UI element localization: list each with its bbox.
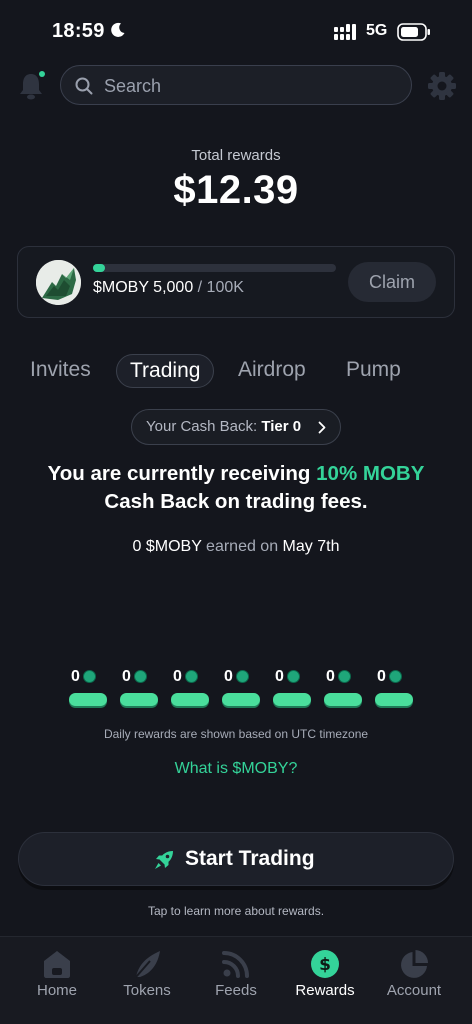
daily-reward-bar — [171, 693, 209, 706]
coin-icon — [185, 670, 198, 683]
daily-reward-item: 0 — [69, 666, 123, 712]
daily-reward-bar — [69, 693, 107, 706]
bell-icon[interactable] — [16, 70, 48, 102]
daily-reward-item: 0 — [273, 666, 327, 712]
tab-trading[interactable]: Trading — [116, 354, 215, 388]
nav-item-feeds[interactable]: Feeds — [191, 937, 281, 1024]
claim-button[interactable]: Claim — [348, 262, 436, 302]
daily-reward-value: 0 — [173, 668, 182, 685]
what-is-moby-link[interactable]: What is $MOBY? — [0, 760, 472, 778]
daily-reward-value: 0 — [275, 668, 284, 685]
cashback-line1-text: You are currently receiving — [47, 462, 317, 485]
earned-amount: 0 $MOBY — [132, 538, 202, 555]
nav-item-tokens[interactable]: Tokens — [102, 937, 192, 1024]
cashback-rate: 10% MOBY — [316, 462, 425, 485]
daily-reward-bar — [375, 693, 413, 706]
account-icon — [401, 950, 428, 978]
cashback-tier-value: Tier 0 — [261, 418, 302, 435]
daily-reward-value: 0 — [377, 668, 386, 685]
tokens-icon — [135, 951, 160, 978]
cashback-tier-prefix: Your Cash Back: — [146, 418, 262, 435]
nav-item-account[interactable]: Account — [369, 937, 459, 1024]
battery-icon — [397, 23, 430, 41]
coin-icon — [389, 670, 402, 683]
daily-reward-value: 0 — [326, 668, 335, 685]
cashback-description-line1: You are currently receiving 10% MOBY — [0, 460, 472, 488]
header: Search — [0, 64, 472, 108]
daily-rewards-row: 0 0 0 0 0 0 0 — [0, 666, 472, 716]
nav-item-home[interactable]: Home — [12, 937, 102, 1024]
rocket-icon — [155, 851, 173, 869]
network-label: 5G — [366, 22, 388, 39]
rewards-tabs: Invites Trading Airdrop Pump — [0, 354, 472, 390]
home-icon — [44, 951, 70, 978]
svg-text:$: $ — [319, 955, 331, 975]
coin-icon — [287, 670, 300, 683]
cashback-description: You are currently receiving 10% MOBY Cas… — [0, 460, 472, 516]
coin-icon — [338, 670, 351, 683]
daily-rewards-note: Daily rewards are shown based on UTC tim… — [103, 727, 369, 741]
bottom-nav: Home Tokens Feeds $ Rewards Account — [0, 936, 472, 1024]
search-placeholder: Search — [104, 76, 162, 96]
daily-reward-item: 0 — [171, 666, 225, 712]
signal-icon — [334, 24, 356, 40]
coin-icon — [83, 670, 96, 683]
moby-avatar — [36, 260, 81, 305]
nav-label-rewards: Rewards — [295, 982, 355, 999]
total-rewards-label: Total rewards — [191, 147, 281, 164]
moby-progress-text: $MOBY 5,000 / 100K — [93, 279, 244, 297]
daily-reward-value: 0 — [122, 668, 131, 685]
coin-icon — [236, 670, 249, 683]
daily-reward-bar — [120, 693, 158, 706]
moby-progress-card: $MOBY 5,000 / 100K Claim — [17, 246, 455, 318]
start-trading-button[interactable]: Start Trading — [18, 832, 454, 886]
daily-reward-item: 0 — [324, 666, 378, 712]
nav-label-tokens: Tokens — [123, 982, 171, 999]
moon-icon — [111, 22, 125, 37]
earned-summary: 0 $MOBY earned on May 7th — [0, 538, 472, 556]
rewards-icon: $ — [311, 950, 339, 978]
moby-progress-bar — [93, 264, 336, 272]
cashback-tier-button[interactable]: Your Cash Back: Tier 0 — [131, 409, 341, 445]
tab-airdrop[interactable]: Airdrop — [238, 354, 306, 388]
earned-mid-text: earned on — [201, 538, 283, 555]
status-bar: 18:59 5G — [0, 0, 472, 62]
tab-pump[interactable]: Pump — [346, 354, 401, 388]
daily-reward-item: 0 — [375, 666, 429, 712]
status-time: 18:59 — [52, 20, 105, 42]
daily-reward-item: 0 — [222, 666, 276, 712]
start-trading-label: Start Trading — [185, 847, 315, 870]
total-rewards-value: $12.39 — [173, 168, 299, 212]
daily-reward-value: 0 — [224, 668, 233, 685]
moby-progress-amount: $MOBY 5,000 — [93, 279, 194, 296]
chevron-right-icon — [318, 421, 326, 434]
nav-label-feeds: Feeds — [215, 982, 257, 999]
feeds-icon — [222, 951, 249, 978]
daily-reward-bar — [222, 693, 260, 706]
daily-reward-value: 0 — [71, 668, 80, 685]
gear-icon[interactable] — [426, 70, 458, 102]
moby-progress-goal: / 100K — [193, 279, 244, 296]
search-icon — [75, 77, 93, 95]
cashback-description-line2: Cash Back on trading fees. — [104, 490, 368, 513]
nav-item-rewards[interactable]: $ Rewards — [280, 937, 370, 1024]
daily-reward-bar — [273, 693, 311, 706]
tab-invites[interactable]: Invites — [30, 354, 91, 388]
search-input[interactable]: Search — [60, 65, 412, 105]
nav-label-account: Account — [386, 982, 442, 999]
moby-progress-fill — [93, 264, 105, 272]
learn-more-note[interactable]: Tap to learn more about rewards. — [0, 904, 472, 918]
daily-reward-bar — [324, 693, 362, 706]
nav-label-home: Home — [36, 982, 77, 999]
earned-date: May 7th — [282, 538, 340, 555]
coin-icon — [134, 670, 147, 683]
daily-reward-item: 0 — [120, 666, 174, 712]
